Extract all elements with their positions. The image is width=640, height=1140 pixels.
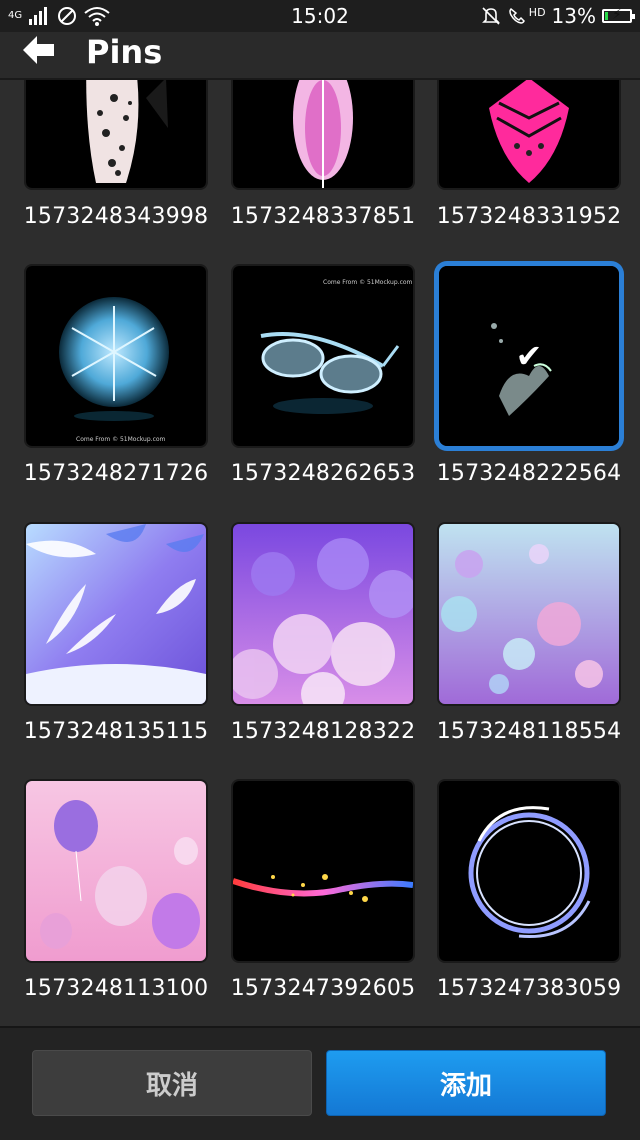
pin-thumbnail[interactable] (233, 781, 413, 961)
pin-caption: 1573247392605 (230, 976, 416, 1001)
no-sim-icon (58, 7, 77, 25)
battery-percent: 13% (551, 4, 596, 28)
pin-thumbnail[interactable]: Come From © 51Mockup.com (233, 266, 413, 446)
battery-level-fill (605, 12, 608, 20)
pin-caption: 1573248118554 (436, 719, 622, 744)
pin-thumbnail[interactable] (233, 80, 413, 188)
bubbles-image (439, 524, 619, 704)
add-button[interactable]: 添加 (326, 1050, 606, 1116)
pin-caption: 1573248331952 (436, 204, 622, 229)
pink-balloons-image (26, 781, 206, 961)
feather-pink-image (233, 80, 413, 188)
status-left: 4G (8, 5, 110, 27)
pin-thumbnail-selected[interactable]: ✔ (439, 266, 619, 446)
water-glasses-image: Come From © 51Mockup.com (233, 266, 413, 446)
battery-icon: ⚡ (602, 7, 635, 23)
charging-bolt-icon: ⚡ (612, 7, 622, 23)
pins-grid[interactable]: 1573248343998 1573248337851 157324833195… (0, 80, 640, 1026)
signal-icon (29, 7, 48, 25)
hd-label: HD (528, 5, 546, 19)
pin-thumbnail[interactable] (26, 80, 206, 188)
pin-caption: 1573248113100 (23, 976, 209, 1001)
pin-thumbnail[interactable] (439, 80, 619, 188)
back-button[interactable] (8, 27, 68, 73)
purple-balloons-image (233, 524, 413, 704)
feather-white-dots-image (26, 80, 206, 188)
back-arrow-icon (23, 36, 54, 64)
status-bar: 4G 15:02 HD 13% ⚡ (0, 0, 640, 32)
phone-hd-icon (509, 7, 525, 24)
pin-thumbnail[interactable] (233, 524, 413, 704)
pin-caption: 1573248135115 (23, 719, 209, 744)
page-title: Pins (86, 33, 163, 71)
pin-caption: 1573248343998 (23, 204, 209, 229)
thumbnail-watermark: Come From © 51Mockup.com (76, 436, 166, 443)
pin-caption: 1573248271726 (23, 461, 209, 486)
cancel-button[interactable]: 取消 (32, 1050, 312, 1116)
pin-caption: 1573248337851 (230, 204, 416, 229)
network-label: 4G (8, 10, 23, 21)
pin-caption: 1573248222564 (436, 461, 622, 486)
light-ring-image (439, 781, 619, 961)
app-header: Pins (0, 32, 640, 80)
thumbnail-watermark: Come From © 51Mockup.com (323, 279, 413, 286)
pin-caption: 1573247383059 (436, 976, 622, 1001)
pin-caption: 1573248128322 (230, 719, 416, 744)
pin-thumbnail[interactable] (26, 781, 206, 961)
purple-leaves-image (26, 524, 206, 704)
status-right: HD 13% ⚡ (481, 4, 635, 28)
wifi-icon (84, 7, 110, 26)
light-streak-image (233, 781, 413, 961)
pin-thumbnail[interactable] (439, 524, 619, 704)
mute-bell-icon (481, 7, 500, 25)
footer-bar: 取消 添加 (0, 1026, 640, 1140)
feather-magenta-image (439, 80, 619, 188)
water-splash-circle-image: Come From © 51Mockup.com (26, 266, 206, 446)
pin-thumbnail[interactable]: Come From © 51Mockup.com (26, 266, 206, 446)
selected-check-icon: ✔ (515, 337, 543, 375)
pin-thumbnail[interactable] (26, 524, 206, 704)
pin-thumbnail[interactable] (439, 781, 619, 961)
pin-caption: 1573248262653 (230, 461, 416, 486)
